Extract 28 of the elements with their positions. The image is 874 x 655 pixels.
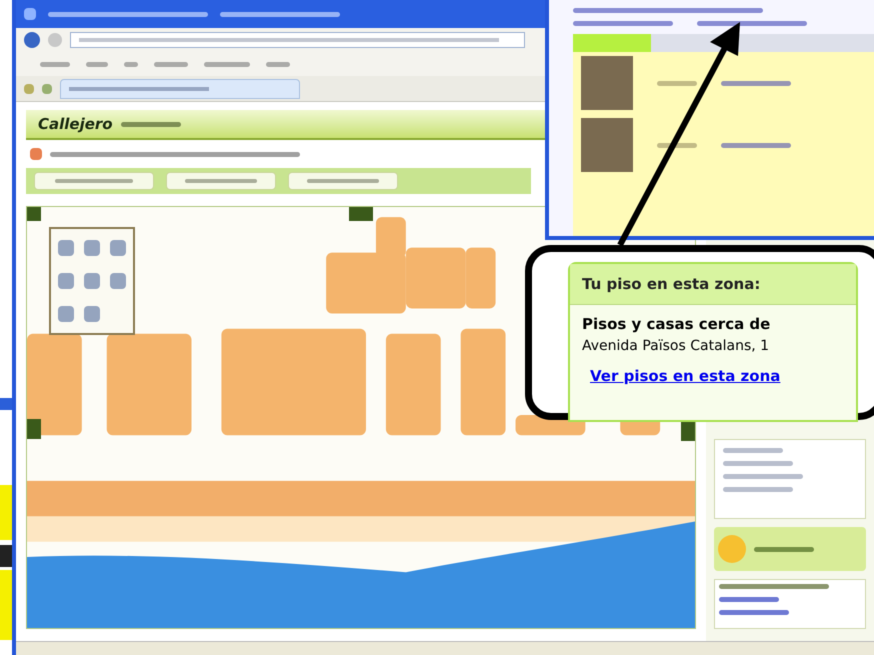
photo-placeholder xyxy=(581,56,633,110)
page-button[interactable] xyxy=(34,172,154,190)
page-button[interactable] xyxy=(288,172,398,190)
pan-button[interactable] xyxy=(681,421,695,441)
photo-placeholder xyxy=(581,118,633,172)
blurred-text xyxy=(721,142,791,148)
forward-button[interactable] xyxy=(48,33,62,47)
blurred-text xyxy=(120,122,181,126)
blurred-text xyxy=(721,80,791,86)
address-field[interactable] xyxy=(70,32,525,48)
blurred-text xyxy=(723,461,793,466)
blurred-text xyxy=(657,80,697,86)
page-button[interactable] xyxy=(166,172,276,190)
card-title: Tu piso en esta zona: xyxy=(582,275,760,293)
card-address: Avenida Països Catalans, 1 xyxy=(582,336,770,356)
site-logo: Callejero xyxy=(38,114,113,135)
back-button[interactable] xyxy=(24,32,40,48)
blurred-text xyxy=(657,142,697,148)
blurred-text xyxy=(719,597,779,602)
blurred-text xyxy=(723,487,793,492)
location-marker-icon xyxy=(30,148,42,160)
listings-link[interactable]: Ver pisos en esta zona xyxy=(590,364,844,387)
weather-banner[interactable] xyxy=(714,527,866,571)
blurred-text xyxy=(719,610,789,615)
blurred-text xyxy=(723,448,783,453)
blurred-text xyxy=(754,546,814,552)
browser-tab[interactable] xyxy=(60,78,300,98)
card-heading: Pisos y casas cerca de xyxy=(582,314,772,335)
